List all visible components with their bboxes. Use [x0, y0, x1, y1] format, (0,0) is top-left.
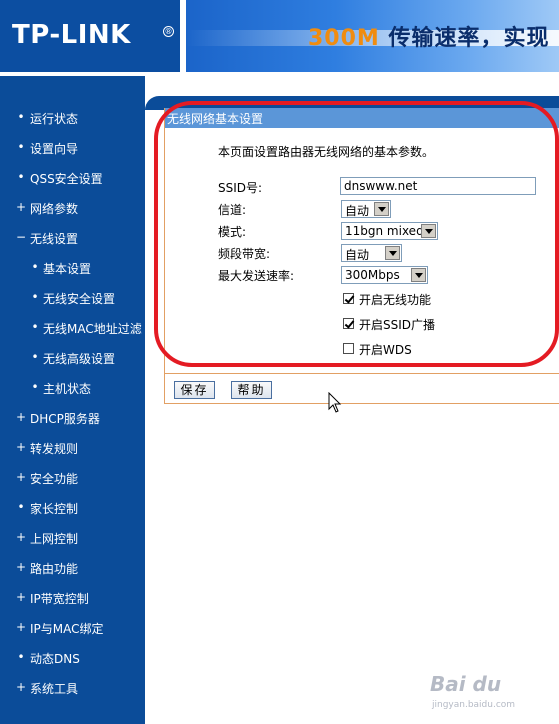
baidu-watermark: Bai du jingyan.baidu.com — [430, 672, 555, 716]
bullet-icon: • — [17, 110, 25, 124]
bullet-icon: • — [17, 500, 25, 514]
sidebar-item-dhcp[interactable]: + DHCP服务器 — [0, 410, 145, 440]
sidebar-item-label: 转发规则 — [30, 442, 79, 456]
sidebar-item-access-control[interactable]: + 上网控制 — [0, 530, 145, 560]
watermark-subtext: jingyan.baidu.com — [432, 700, 516, 710]
bullet-icon: • — [31, 350, 39, 364]
sidebar-item-label: 设置向导 — [30, 142, 79, 156]
bullet-icon: • — [31, 380, 39, 394]
sidebar-item-label: 系统工具 — [30, 682, 79, 696]
sidebar-item-forwarding[interactable]: + 转发规则 — [0, 440, 145, 470]
sidebar-item-qss[interactable]: • QSS安全设置 — [0, 170, 145, 200]
sidebar-item-label: DHCP服务器 — [30, 412, 100, 426]
sidebar-item-wireless[interactable]: − 无线设置 — [0, 230, 145, 260]
expand-icon: + — [16, 530, 27, 544]
save-button[interactable]: 保存 — [174, 381, 215, 399]
sidebar-item-label: 无线设置 — [30, 232, 79, 246]
header-banner: 300M 传输速率，实现 — [186, 0, 559, 72]
bullet-icon: • — [31, 290, 39, 304]
sidebar-item-label: 网络参数 — [30, 202, 79, 216]
banner-slogan: 300M 传输速率，实现 — [308, 20, 550, 52]
expand-icon: + — [16, 590, 27, 604]
sidebar-item-routing[interactable]: + 路由功能 — [0, 560, 145, 590]
bullet-icon: • — [17, 650, 25, 664]
sidebar-item-label: QSS安全设置 — [30, 172, 103, 186]
collapse-icon: − — [16, 230, 27, 244]
sidebar-item-label: 安全功能 — [30, 472, 79, 486]
sidebar-item-label: 无线MAC地址过滤 — [43, 322, 142, 336]
expand-icon: + — [16, 620, 27, 634]
sidebar-item-label: 上网控制 — [30, 532, 79, 546]
watermark-text: Bai du — [430, 672, 502, 696]
registered-mark: ® — [163, 26, 174, 37]
sidebar-item-ip-mac-binding[interactable]: + IP与MAC绑定 — [0, 620, 145, 650]
expand-icon: + — [16, 410, 27, 424]
expand-icon: + — [16, 680, 27, 694]
sidebar-item-network[interactable]: + 网络参数 — [0, 200, 145, 230]
sidebar-item-basic-settings[interactable]: • 基本设置 — [0, 260, 145, 290]
sidebar-item-status[interactable]: • 运行状态 — [0, 110, 145, 140]
help-button[interactable]: 帮助 — [231, 381, 272, 399]
sidebar-item-label: 路由功能 — [30, 562, 79, 576]
sidebar-item-wireless-security[interactable]: • 无线安全设置 — [0, 290, 145, 320]
expand-icon: + — [16, 200, 27, 214]
sidebar-item-label: 无线高级设置 — [43, 352, 116, 366]
header: TP-LINK ® 300M 传输速率，实现 — [0, 0, 559, 76]
sidebar-item-security[interactable]: + 安全功能 — [0, 470, 145, 500]
sidebar-item-label: 家长控制 — [30, 502, 79, 516]
bullet-icon: • — [31, 260, 39, 274]
sidebar-item-ddns[interactable]: • 动态DNS — [0, 650, 145, 680]
sidebar-item-mac-filter[interactable]: • 无线MAC地址过滤 — [0, 320, 145, 350]
sidebar-nav: • 运行状态 • 设置向导 • QSS安全设置 + 网络参数 − 无线设置 • 基本设置 •… — [0, 76, 145, 724]
sidebar-item-system-tools[interactable]: + 系统工具 — [0, 680, 145, 710]
sidebar-item-label: 主机状态 — [43, 382, 92, 396]
sidebar-item-label: 动态DNS — [30, 652, 80, 666]
expand-icon: + — [16, 440, 27, 454]
sidebar-item-label: 无线安全设置 — [43, 292, 116, 306]
bullet-icon: • — [17, 170, 25, 184]
bullet-icon: • — [17, 140, 25, 154]
sidebar-item-host-status[interactable]: • 主机状态 — [0, 380, 145, 410]
logo-text: TP-LINK — [12, 20, 131, 50]
bullet-icon: • — [31, 320, 39, 334]
banner-text: 传输速率，实现 — [388, 26, 550, 51]
sidebar-item-label: 基本设置 — [43, 262, 92, 276]
red-annotation-oval — [154, 101, 559, 367]
sidebar-item-label: IP带宽控制 — [30, 592, 89, 606]
panel-divider — [165, 373, 559, 374]
expand-icon: + — [16, 560, 27, 574]
mouse-cursor-icon — [328, 392, 342, 413]
sidebar-item-wireless-advanced[interactable]: • 无线高级设置 — [0, 350, 145, 380]
expand-icon: + — [16, 470, 27, 484]
sidebar-item-parental-control[interactable]: • 家长控制 — [0, 500, 145, 530]
sidebar-item-bandwidth[interactable]: + IP带宽控制 — [0, 590, 145, 620]
sidebar-item-label: 运行状态 — [30, 112, 79, 126]
banner-highlight: 300M — [308, 26, 380, 51]
sidebar-item-setup-wizard[interactable]: • 设置向导 — [0, 140, 145, 170]
sidebar-item-label: IP与MAC绑定 — [30, 622, 104, 636]
tp-link-logo: TP-LINK ® — [0, 0, 180, 72]
